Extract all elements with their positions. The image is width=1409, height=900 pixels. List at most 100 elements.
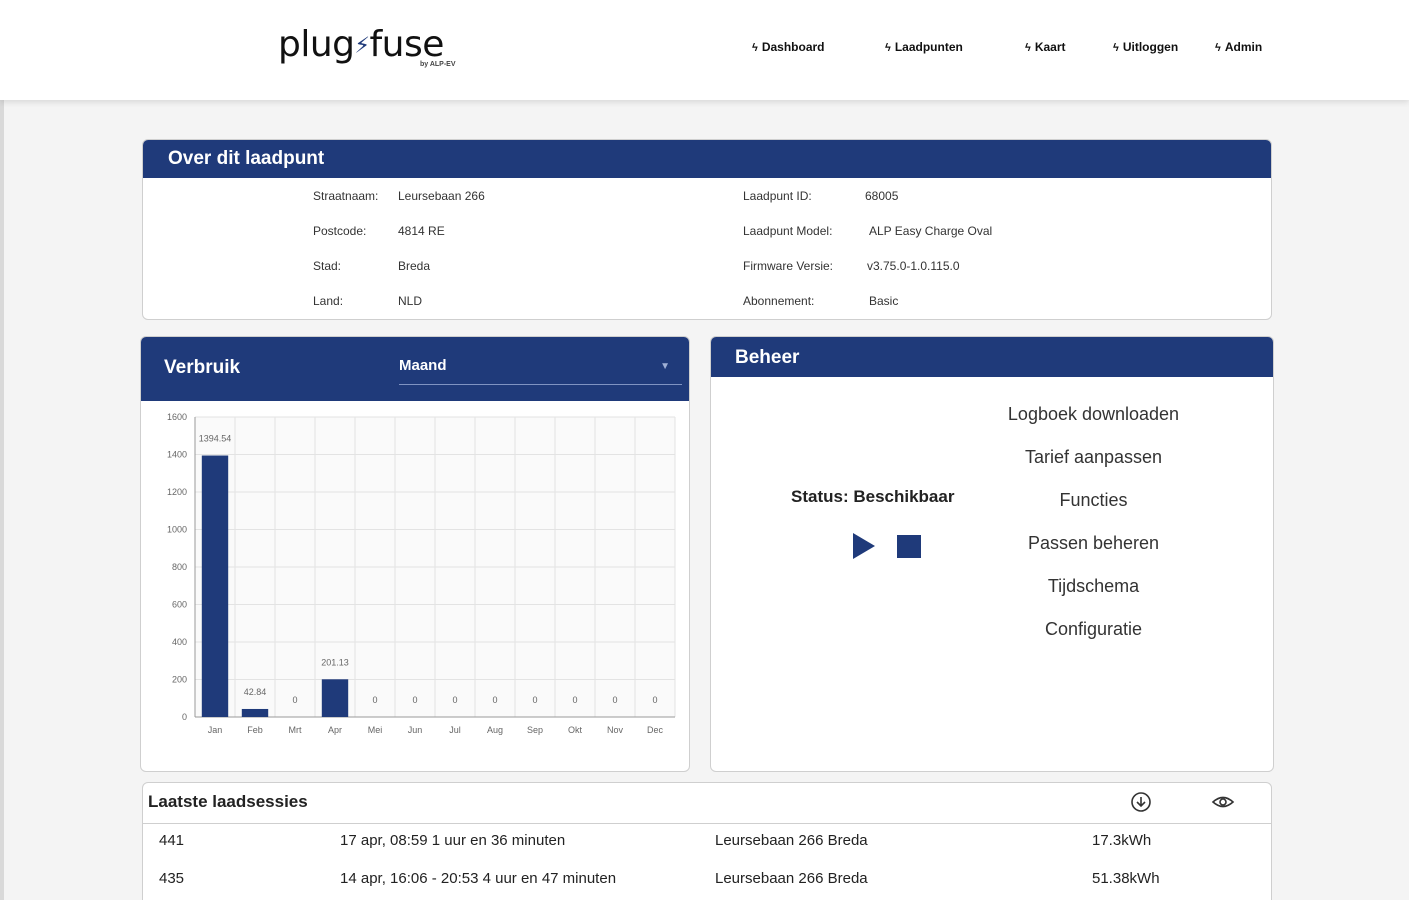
nav-kaart[interactable]: ϟ Kaart [1025,40,1066,58]
postcode-value: 4814 RE [398,224,445,238]
data-label: 0 [372,695,377,705]
recent-sessions-panel: Laatste laadsessies 441 17 apr, 08:59 1 … [142,782,1272,900]
x-tick-label: Nov [607,725,624,735]
subscription-label: Abonnement: [743,294,815,308]
charger-model-label: Laadpunt Model: [743,224,833,238]
plugfuse-logo[interactable]: plug⚡fuse [278,24,444,65]
street-value: Leursebaan 266 [398,189,485,203]
y-tick-label: 600 [172,600,187,610]
usage-bar-chart: 0 200 400 600 800 1000 1200 1400 1600 1394.54 Jan 4… [167,412,676,735]
eye-icon[interactable] [1211,791,1235,813]
period-select[interactable]: Maand ▼ [399,357,682,385]
x-tick-label: Jul [449,725,461,735]
y-tick-label: 400 [172,637,187,647]
y-tick-label: 800 [172,562,187,572]
data-label: 1394.54 [199,434,232,444]
data-label: 0 [492,695,497,705]
data-label: 201.13 [321,657,349,667]
data-label: 0 [652,695,657,705]
session-id: 435 [159,870,185,887]
charger-status: Status: Beschikbaar [791,487,955,506]
nav-label: Admin [1224,40,1263,54]
session-location: Leursebaan 266 Breda [715,870,868,887]
y-tick-label: 1200 [167,487,187,497]
sessions-header-divider [143,823,1271,824]
session-id: 441 [159,832,185,849]
session-energy: 17.3kWh [1092,832,1152,849]
data-label: 0 [412,695,417,705]
stop-icon[interactable] [897,535,921,558]
postcode-label: Postcode: [313,224,367,238]
y-tick-label: 0 [182,712,187,722]
lightning-icon: ϟ [1215,42,1221,54]
bar-apr [321,679,349,717]
logo-text-right: fuse [369,24,444,65]
chevron-down-icon: ▼ [660,361,670,372]
city-label: Stad: [313,259,342,273]
data-label: 0 [572,695,577,705]
country-label: Land: [313,294,344,308]
nav-dashboard[interactable]: ϟ Dashboard [752,40,825,58]
configuration-button[interactable]: Configuratie [981,619,1206,640]
nav-label: Dashboard [761,40,825,54]
charger-id-value: 68005 [865,189,899,203]
management-panel-title: Beheer [711,337,1273,377]
download-log-button[interactable]: Logboek downloaden [981,404,1206,425]
x-tick-label: Apr [328,725,342,735]
bar-feb [241,708,269,717]
sessions-title: Laatste laadsessies [148,792,308,811]
adjust-tariff-button[interactable]: Tarief aanpassen [981,447,1206,468]
functions-button[interactable]: Functies [981,490,1206,511]
data-label: 0 [612,695,617,705]
street-label: Straatnaam: [313,189,379,203]
city-value: Breda [398,259,431,273]
bar-jan [201,455,229,717]
x-tick-label: Sep [527,725,543,735]
play-icon[interactable] [853,533,875,559]
logo-text-left: plug [278,24,355,65]
x-tick-label: Dec [647,725,664,735]
y-tick-label: 200 [172,675,187,685]
download-icon[interactable] [1129,791,1153,813]
lightning-icon: ⚡ [354,33,370,59]
nav-admin[interactable]: ϟ Admin [1215,40,1262,58]
usage-panel: Verbruik Maand ▼ 0 200 400 600 800 1000 1200 14… [140,336,690,772]
nav-uitloggen[interactable]: ϟ Uitloggen [1113,40,1178,58]
manage-cards-button[interactable]: Passen beheren [981,533,1206,554]
lightning-icon: ϟ [885,42,891,54]
schedule-button[interactable]: Tijdschema [981,576,1206,597]
charger-model-value: ALP Easy Charge Oval [869,224,993,238]
x-tick-label: Feb [247,725,263,735]
subscription-value: Basic [869,294,899,308]
usage-panel-title: Verbruik [164,357,241,378]
data-label: 0 [452,695,457,705]
session-time: 14 apr, 16:06 - 20:53 4 uur en 47 minute… [340,870,617,887]
x-tick-label: Jun [408,725,423,735]
usage-panel-header: Verbruik Maand ▼ [141,337,689,401]
page-left-edge [0,0,4,900]
management-panel: Beheer Status: Beschikbaar Logboek downl… [710,336,1274,772]
data-label: 0 [532,695,537,705]
x-tick-label: Okt [568,725,583,735]
logo-subtitle: by ALP-EV [420,61,456,68]
nav-laadpunten[interactable]: ϟ Laadpunten [885,40,963,58]
x-tick-label: Jan [208,725,223,735]
firmware-label: Firmware Versie: [743,259,834,273]
y-tick-label: 1000 [167,525,187,535]
session-location: Leursebaan 266 Breda [715,832,868,849]
nav-label: Laadpunten [894,40,963,54]
x-tick-label: Mei [368,725,383,735]
charger-id-label: Laadpunt ID: [743,189,812,203]
about-charger-panel: Over dit laadpunt Straatnaam: Leursebaan… [142,139,1272,320]
x-tick-label: Aug [487,725,503,735]
y-tick-label: 1400 [167,450,187,460]
data-label: 0 [292,695,297,705]
about-panel-title: Over dit laadpunt [143,140,1271,178]
x-tick-label: Mrt [289,725,302,735]
nav-label: Uitloggen [1122,40,1179,54]
country-value: NLD [398,294,423,308]
top-navigation-bar: plug⚡fuse by ALP-EV ϟ Dashboard ϟ Laadpunt… [0,0,1409,100]
lightning-icon: ϟ [1113,42,1119,54]
period-select-value: Maand [399,357,447,374]
lightning-icon: ϟ [752,42,758,54]
